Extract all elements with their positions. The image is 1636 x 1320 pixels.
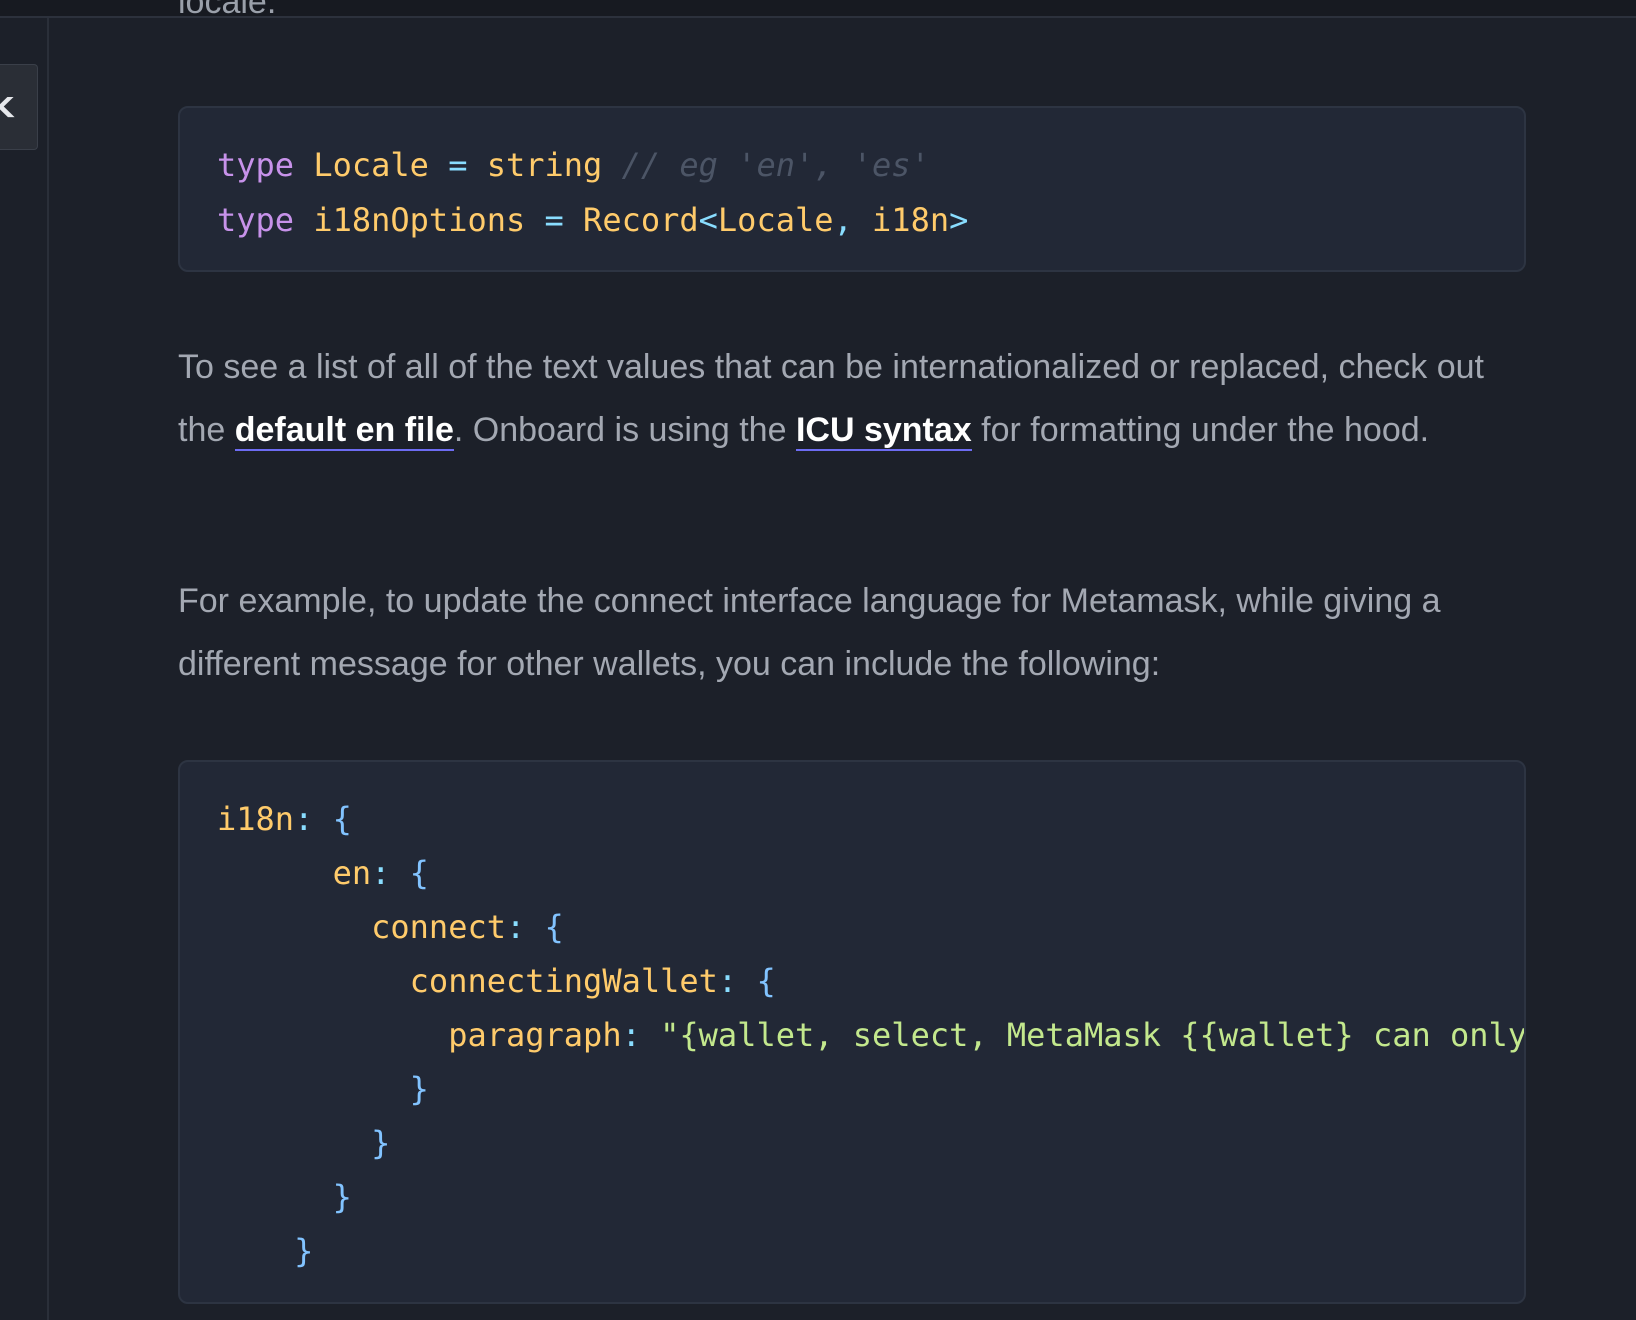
code-token: { [332, 800, 352, 838]
code-token: Locale [313, 146, 429, 184]
code-token: { [544, 908, 564, 946]
code-token: } [371, 1124, 391, 1162]
code-token: Locale [717, 201, 834, 239]
paragraph-example-intro: For example, to update the connect inter… [178, 582, 1441, 683]
side-tab-label: K [0, 91, 14, 124]
code-token: } [332, 1178, 352, 1216]
code-token: < [698, 201, 718, 239]
paragraph-text: . Onboard is using the [453, 411, 796, 449]
code-key: connect [371, 908, 506, 946]
code-token: : [717, 962, 738, 1000]
code-comment: // eg 'en', 'es' [621, 146, 930, 184]
code-token: type [217, 146, 295, 184]
paragraph-i18n-info: To see a list of all of the text values … [178, 336, 1538, 462]
code-key: connectingWallet [409, 962, 718, 1000]
code-token: : [505, 908, 526, 946]
code-token: i18nOptions [313, 201, 526, 239]
code-string: "{wallet, select, MetaMask {{wallet} can… [660, 1016, 1526, 1054]
code-key: i18n [217, 800, 295, 838]
code-token: type [217, 201, 295, 239]
code-token: : [621, 1016, 641, 1054]
code-key: paragraph [448, 1016, 622, 1054]
code-token: = [544, 201, 564, 239]
code-token: { [756, 962, 776, 1000]
code-token: { [409, 854, 429, 892]
code-token: } [409, 1070, 429, 1108]
cut-off-text: locale. [178, 0, 277, 21]
code-content: type Locale = string // eg 'en', 'es' ty… [180, 108, 1524, 248]
code-token: i18n [872, 201, 950, 239]
side-tab-button[interactable]: K [0, 64, 38, 150]
code-token: } [294, 1232, 314, 1270]
default-en-file-link[interactable]: default en file [234, 411, 454, 451]
code-block-i18n-example: i18n: { en: { connect: { connectingWalle… [178, 760, 1526, 1304]
code-token: Record [583, 201, 699, 239]
code-token: = [448, 146, 468, 184]
code-token: > [949, 201, 969, 239]
code-content: i18n: { en: { connect: { connectingWalle… [180, 762, 1524, 1278]
code-block-type-definitions: type Locale = string // eg 'en', 'es' ty… [178, 106, 1526, 272]
code-token: , [833, 201, 853, 239]
code-token: : [294, 800, 314, 838]
sidebar-divider [47, 18, 49, 1320]
icu-syntax-link[interactable]: ICU syntax [795, 411, 972, 451]
paragraph-text: for formatting under the hood. [971, 411, 1430, 449]
code-token: : [371, 854, 391, 892]
code-token: string [486, 146, 603, 184]
code-key: en [332, 854, 372, 892]
